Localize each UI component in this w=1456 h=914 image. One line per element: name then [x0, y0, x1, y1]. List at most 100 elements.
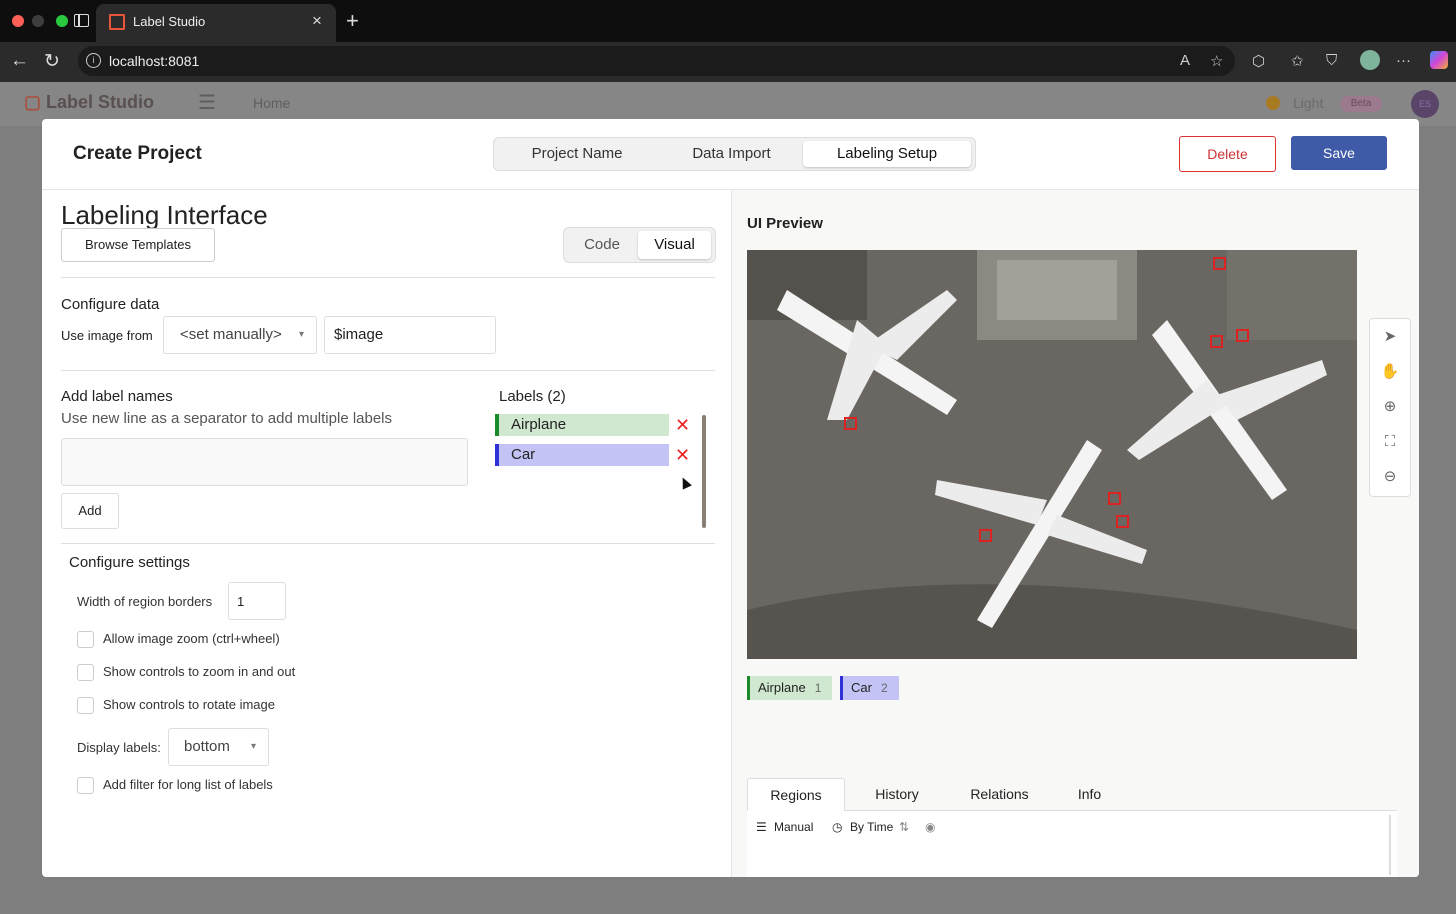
zoom-in-icon[interactable]: ⊕ — [1380, 397, 1400, 417]
back-icon[interactable]: ← — [10, 50, 29, 72]
tab-close-icon[interactable]: × — [312, 11, 322, 31]
tab-labeling-setup[interactable]: Labeling Setup — [803, 141, 971, 167]
add-label-names-heading: Add label names — [61, 388, 173, 405]
border-width-label: Width of region borders — [77, 594, 213, 609]
tab-relations[interactable]: Relations — [957, 778, 1042, 810]
page-title: Labeling Interface — [61, 200, 268, 230]
read-aloud-icon[interactable]: A — [1180, 52, 1190, 69]
sort-order-icon[interactable]: ⇅ — [899, 820, 909, 834]
new-tab-button[interactable]: + — [346, 8, 359, 34]
browser-tab-bar: Label Studio × + — [0, 0, 1456, 42]
profile-avatar[interactable] — [1360, 50, 1380, 70]
option-label: Allow image zoom (ctrl+wheel) — [103, 631, 280, 646]
checkbox[interactable] — [77, 664, 94, 682]
shield-icon[interactable]: ⛉ — [1326, 52, 1337, 69]
add-label-button[interactable]: Add — [61, 493, 119, 529]
display-labels-value: bottom — [184, 738, 230, 755]
mode-toggle: Code Visual — [563, 227, 716, 263]
mouse-cursor-icon — [678, 475, 692, 490]
border-width-value: 1 — [237, 594, 245, 609]
option-label: Show controls to rotate image — [103, 697, 275, 712]
maximize-window-button[interactable] — [56, 15, 68, 27]
label-chip-airplane[interactable]: Airplane — [495, 414, 669, 436]
theme-icon — [1266, 96, 1280, 110]
theme-badge: Beta — [1340, 96, 1382, 112]
tab-title: Label Studio — [133, 14, 206, 29]
border-width-input[interactable]: 1 — [228, 582, 286, 620]
divider — [61, 277, 715, 278]
app-logo: ▢ Label Studio — [24, 92, 155, 112]
divider — [61, 370, 715, 371]
chevron-down-icon: ▾ — [298, 329, 304, 340]
option-allow-zoom[interactable]: Allow image zoom (ctrl+wheel) — [77, 631, 280, 649]
tab-code[interactable]: Code — [564, 228, 640, 262]
preview-label-airplane[interactable]: Airplane 1 — [747, 676, 832, 700]
regions-list — [747, 843, 1397, 877]
fit-icon[interactable]: ⛶ — [1380, 432, 1400, 452]
label-studio-favicon-icon — [109, 14, 125, 30]
checkbox[interactable] — [77, 777, 94, 795]
delete-button[interactable]: Delete — [1179, 136, 1276, 172]
image-variable-input[interactable]: $image — [324, 316, 496, 354]
pan-icon[interactable]: ✋ — [1380, 362, 1400, 382]
modal-header: Create Project Project Name Data Import … — [42, 119, 1419, 190]
delete-label-icon[interactable]: ✕ — [675, 415, 690, 436]
menu-icon[interactable]: ☰ — [198, 90, 216, 115]
zoom-out-icon[interactable]: ⊖ — [1380, 467, 1400, 487]
pointer-icon[interactable]: ➤ — [1380, 327, 1400, 347]
favorites-icon[interactable]: ✩ — [1291, 52, 1304, 70]
tab-info[interactable]: Info — [1062, 778, 1117, 810]
tab-regions[interactable]: Regions — [747, 778, 845, 811]
image-source-select[interactable]: <set manually> ▾ — [163, 316, 317, 354]
address-bar: ← ↻ i localhost:8081 A ☆ ⬡ ✩ ⛉ ··· — [0, 42, 1456, 82]
regions-scrollbar[interactable] — [1389, 815, 1391, 875]
copilot-icon[interactable] — [1430, 51, 1448, 69]
sort-manual-button[interactable]: Manual — [774, 820, 813, 834]
config-panel: Labeling Interface Browse Templates Code… — [42, 190, 732, 877]
reload-icon[interactable]: ↻ — [44, 50, 60, 73]
clock-icon: ◷ — [832, 820, 843, 834]
sidebar-toggle-icon[interactable] — [74, 14, 89, 27]
step-tabs: Project Name Data Import Labeling Setup — [493, 137, 976, 171]
labels-scrollbar[interactable] — [702, 415, 706, 528]
url-field[interactable]: i localhost:8081 — [78, 46, 1235, 76]
site-info-icon[interactable]: i — [86, 53, 101, 68]
breadcrumb-home[interactable]: Home — [253, 95, 290, 111]
option-label-filter[interactable]: Add filter for long list of labels — [77, 777, 273, 795]
tab-data-import[interactable]: Data Import — [660, 138, 803, 170]
configure-settings-heading: Configure settings — [69, 554, 190, 571]
favorite-icon[interactable]: ☆ — [1210, 52, 1223, 70]
image-toolbar: ➤ ✋ ⊕ ⛶ ⊖ — [1369, 318, 1411, 497]
option-rotate-controls[interactable]: Show controls to rotate image — [77, 697, 275, 715]
display-labels-select[interactable]: bottom ▾ — [168, 728, 269, 766]
option-zoom-controls[interactable]: Show controls to zoom in and out — [77, 664, 295, 682]
chevron-down-icon: ▾ — [250, 741, 256, 752]
preview-image[interactable] — [747, 250, 1357, 659]
sidebar-tabs: Regions History Relations Info — [747, 778, 1397, 811]
label-chip-car[interactable]: Car — [495, 444, 669, 466]
labels-heading: Labels (2) — [499, 388, 566, 405]
extensions-icon[interactable]: ⬡ — [1252, 52, 1265, 70]
preview-label-car[interactable]: Car 2 — [840, 676, 899, 700]
list-icon: ☰ — [756, 820, 767, 834]
browser-tab[interactable]: Label Studio × — [96, 4, 336, 42]
checkbox[interactable] — [77, 631, 94, 649]
close-window-button[interactable] — [12, 15, 24, 27]
tab-visual[interactable]: Visual — [638, 231, 711, 259]
checkbox[interactable] — [77, 697, 94, 715]
label-names-textarea[interactable] — [61, 438, 468, 486]
more-icon[interactable]: ··· — [1396, 52, 1411, 69]
sort-by-time-button[interactable]: By Time — [850, 820, 893, 834]
tab-project-name[interactable]: Project Name — [494, 138, 660, 170]
save-button[interactable]: Save — [1291, 136, 1387, 170]
add-label-hint: Use new line as a separator to add multi… — [61, 410, 393, 427]
tab-history[interactable]: History — [857, 778, 937, 810]
theme-label[interactable]: Light — [1293, 95, 1323, 111]
browse-templates-button[interactable]: Browse Templates — [61, 228, 215, 262]
delete-label-icon[interactable]: ✕ — [675, 445, 690, 466]
eye-icon[interactable]: ◉ — [925, 820, 935, 834]
avatar[interactable]: ES — [1411, 90, 1439, 118]
modal-title: Create Project — [73, 143, 202, 164]
use-image-from-label: Use image from — [61, 328, 153, 343]
minimize-window-button[interactable] — [32, 15, 44, 27]
